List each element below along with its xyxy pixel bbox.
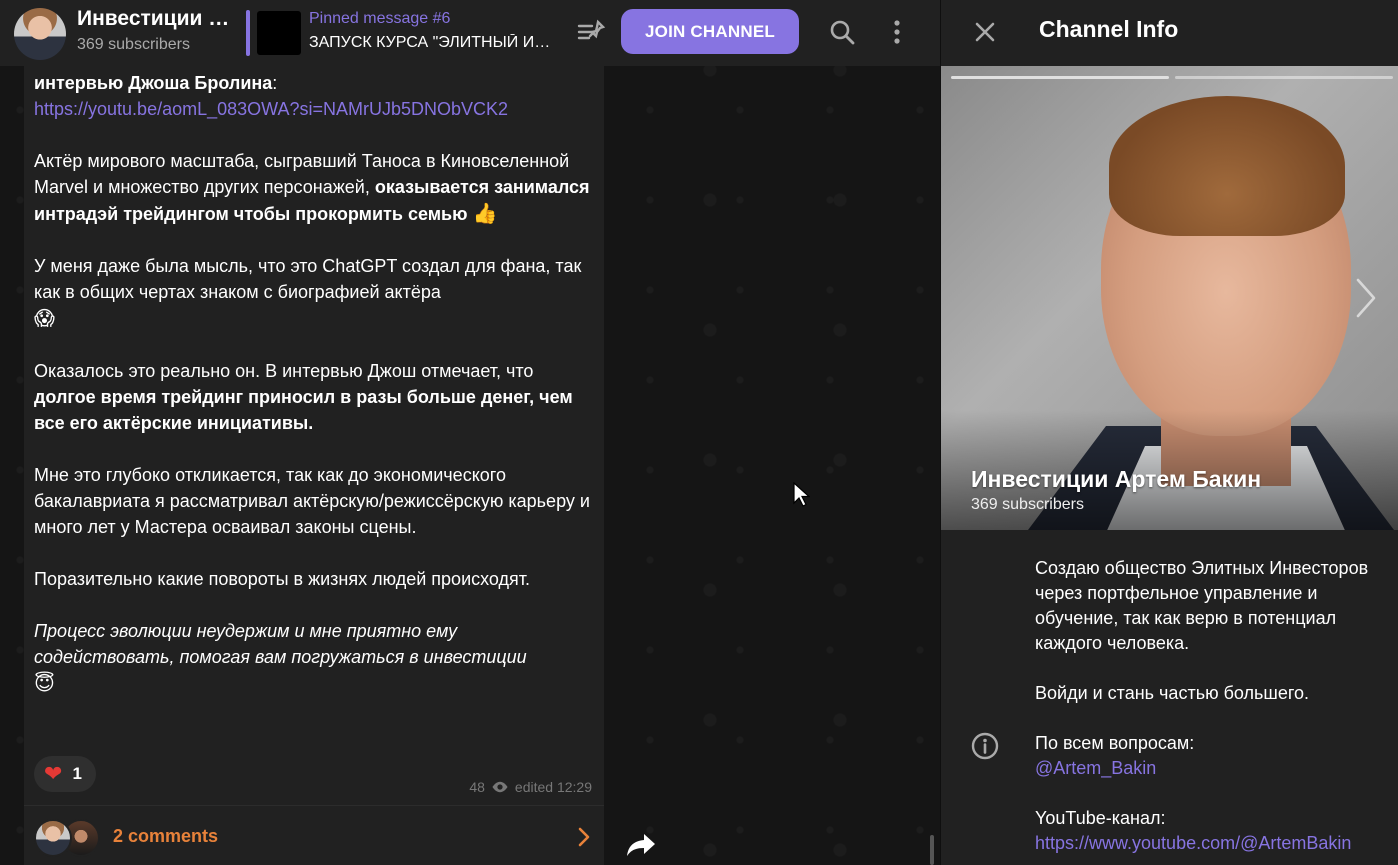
info-channel-name: Инвестиции Артем Бакин — [971, 466, 1262, 492]
close-icon[interactable] — [973, 20, 997, 44]
reaction-count: 1 — [72, 764, 82, 783]
scream-emoji: 😱 — [34, 306, 55, 330]
chat-header: Инвестиции Артем Бакин 369 subscribers P… — [0, 0, 940, 66]
channel-post: интервью Джоша Бролина: https://youtu.be… — [24, 56, 604, 865]
chat-area: интервью Джоша Бролина: https://youtu.be… — [0, 0, 940, 865]
thumbs-up-emoji: 👍 — [472, 201, 498, 225]
channel-photo[interactable]: Инвестиции Артем Бакин 369 subscribers — [941, 66, 1398, 530]
pinned-label[interactable]: Pinned message #6 — [309, 10, 450, 28]
channel-info-panel: Channel Info Инвестиции Артем Бакин 369 … — [940, 0, 1398, 865]
channel-description: Создаю общество Элитных Инвесторов через… — [1035, 556, 1375, 865]
post-paragraph-4: Оказалось это реально он. В интервью Джо… — [34, 361, 534, 381]
info-title: Channel Info — [1039, 16, 1179, 42]
info-header: Channel Info — [941, 0, 1398, 66]
about-paragraph: Войди и стань частью большего. — [1035, 683, 1310, 703]
post-bold-line: интервью Джоша Бролина — [34, 73, 273, 93]
about-paragraph: По всем вопросам: — [1035, 733, 1195, 753]
heart-reaction[interactable]: ❤ 1 — [34, 756, 96, 792]
comments-button[interactable]: 2 comments — [24, 805, 604, 865]
heart-icon: ❤ — [44, 761, 63, 787]
commenter-avatar — [34, 819, 72, 857]
post-paragraph-3: У меня даже была мысль, что это ChatGPT … — [34, 256, 582, 302]
post-colon: : — [272, 73, 278, 93]
about-paragraph: YouTube-канал: — [1035, 808, 1166, 828]
youtube-link[interactable]: https://youtu.be/aomL_083OWA?si=NAMrUJb5… — [34, 99, 508, 119]
username-link[interactable]: @Artem_Bakin — [1035, 758, 1156, 778]
scrollbar[interactable] — [930, 835, 934, 865]
post-paragraph-5: Мне это глубоко откликается, так как до … — [34, 465, 590, 537]
pinned-thumbnail[interactable] — [257, 11, 301, 55]
photo-progress-active — [951, 76, 1169, 79]
pinned-list-icon[interactable] — [576, 18, 606, 46]
pinned-text[interactable]: ЗАПУСК КУРСА "ЭЛИТНЫЙ ИНВЕСТОР" — [309, 34, 559, 52]
view-count: 48 — [469, 779, 485, 795]
subscriber-count: 369 subscribers — [77, 36, 190, 53]
join-channel-button[interactable]: JOIN CHANNEL — [621, 9, 799, 54]
info-icon — [971, 732, 999, 760]
search-icon[interactable] — [828, 18, 856, 46]
youtube-channel-link[interactable]: https://www.youtube.com/@ArtemBakin — [1035, 833, 1351, 853]
comments-label: 2 comments — [113, 826, 219, 846]
chevron-right-icon — [578, 827, 590, 847]
eye-icon — [492, 781, 508, 793]
angel-emoji: 😇 — [34, 671, 55, 695]
edited-time: edited 12:29 — [514, 779, 592, 795]
photo-progress — [1175, 76, 1393, 79]
about-paragraph: Создаю общество Элитных Инвесторов через… — [1035, 558, 1369, 653]
post-paragraph-7-italic: Процесс эволюции неудержим и мне приятно… — [34, 621, 527, 667]
chevron-right-icon[interactable] — [1353, 276, 1379, 320]
post-paragraph-4-bold: долгое время трейдинг приносил в разы бо… — [34, 387, 573, 433]
mouse-cursor-icon — [793, 482, 810, 507]
photo-hair — [1109, 96, 1345, 236]
post-paragraph-6: Поразительно какие повороты в жизнях люд… — [34, 569, 531, 589]
more-vertical-icon[interactable] — [884, 18, 910, 46]
pinned-indicator — [246, 10, 250, 56]
post-text: интервью Джоша Бролина: https://youtu.be… — [34, 70, 594, 697]
info-subscriber-count: 369 subscribers — [971, 496, 1084, 513]
channel-title[interactable]: Инвестиции Артем Бакин — [77, 7, 237, 31]
post-meta: 48 edited 12:29 — [469, 779, 592, 795]
share-icon[interactable] — [624, 830, 658, 860]
channel-avatar[interactable] — [14, 8, 66, 60]
